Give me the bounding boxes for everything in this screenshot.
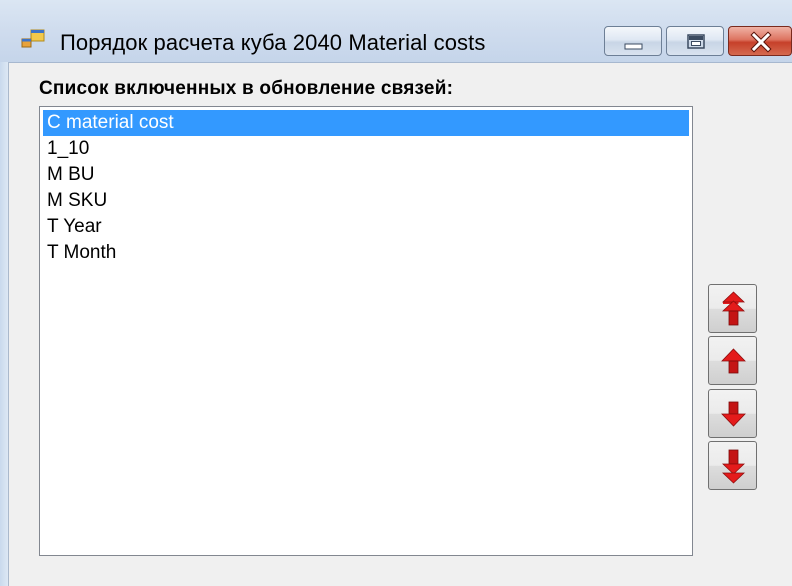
move-to-top-button[interactable] [708, 284, 757, 333]
links-listbox[interactable]: C material cost 1_10 M BU M SKU T Year T… [39, 106, 693, 556]
arrow-up-icon [721, 348, 746, 374]
double-arrow-up-icon [722, 291, 745, 326]
list-label: Список включенных в обновление связей: [39, 78, 454, 99]
move-down-button[interactable] [708, 389, 757, 438]
list-item[interactable]: 1_10 [43, 136, 689, 162]
list-item[interactable]: T Year [43, 214, 689, 240]
application-window-icon[interactable] [20, 29, 46, 51]
window-title: Порядок расчета куба 2040 Material costs [60, 30, 486, 55]
dialog-window: Порядок расчета куба 2040 Material costs… [0, 0, 792, 586]
list-item[interactable]: T Month [43, 240, 689, 266]
maximize-button[interactable] [666, 26, 724, 56]
double-arrow-down-icon [722, 449, 745, 484]
title-bar[interactable]: Порядок расчета куба 2040 Material costs [0, 0, 792, 63]
minimize-button[interactable] [604, 26, 662, 56]
list-item[interactable]: M BU [43, 162, 689, 188]
close-button[interactable] [728, 26, 792, 56]
move-to-bottom-button[interactable] [708, 441, 757, 490]
window-frame-left [0, 62, 9, 586]
maximize-icon [687, 34, 705, 49]
list-item-selected[interactable]: C material cost [43, 110, 689, 136]
close-icon [750, 31, 772, 53]
move-up-button[interactable] [708, 336, 757, 385]
minimize-icon [624, 43, 643, 50]
list-item[interactable]: M SKU [43, 188, 689, 214]
arrow-down-icon [721, 401, 746, 427]
